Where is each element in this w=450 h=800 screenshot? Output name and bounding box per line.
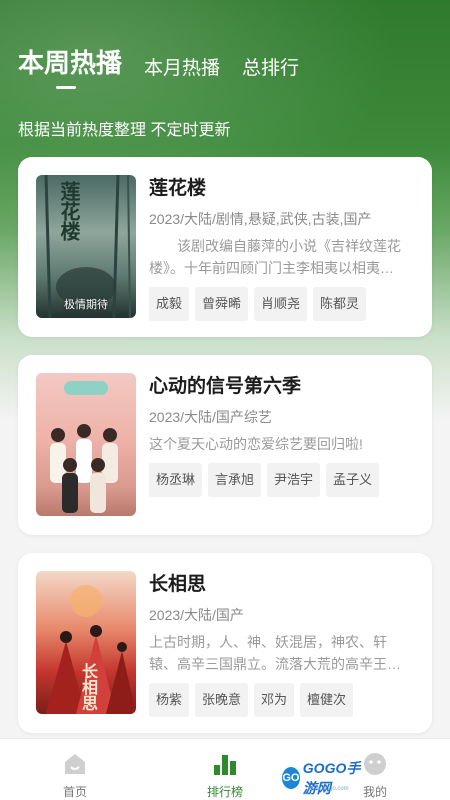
cast-chip[interactable]: 孟子义: [326, 463, 380, 497]
watermark-logo: GO GOGO手游网 www.gogo.com: [282, 760, 372, 796]
cast-chip[interactable]: 张晚意: [195, 683, 249, 717]
group-photo-illustration: [50, 381, 118, 513]
cast-list: 成毅 曾舜晞 肖顺尧 陈都灵: [149, 287, 414, 321]
cast-list: 杨紫 张晚意 邓为 檀健次: [149, 683, 414, 717]
show-card[interactable]: 长相思 长相思 2023/大陆/国产 上古时期，人、神、妖混居，神农、轩辕、高辛…: [18, 553, 432, 733]
cast-chip[interactable]: 肖顺尧: [254, 287, 308, 321]
poster-title-text: 莲花楼: [57, 181, 81, 241]
poster-image: 长相思: [36, 571, 136, 714]
cast-chip[interactable]: 言承旭: [208, 463, 262, 497]
cast-chip[interactable]: 曾舜晞: [195, 287, 249, 321]
show-title: 莲花楼: [149, 178, 207, 199]
cast-chip[interactable]: 檀健次: [300, 683, 354, 717]
watermark-site: www.gogo.com: [308, 786, 349, 792]
home-icon: [62, 751, 88, 777]
watermark-brand: GOGO手游网: [302, 760, 361, 796]
list-subtitle: 根据当前热度整理 不定时更新: [18, 122, 231, 139]
tab-weekly[interactable]: 本周热播: [18, 43, 122, 84]
cast-list: 杨丞琳 言承旭 尹浩宇 孟子义: [149, 463, 414, 497]
show-meta: 2023/大陆/国产: [149, 607, 244, 623]
nav-label: 首页: [62, 785, 87, 799]
show-card[interactable]: 心动的信号第六季 2023/大陆/国产综艺 这个夏天心动的恋爱综艺要回归啦! 杨…: [18, 355, 432, 535]
poster-image: [36, 373, 136, 516]
poster-image: 莲花楼 极情期待: [36, 175, 136, 318]
show-description: 该剧改编自藤萍的小说《吉祥纹莲花楼》。十年前四顾门门主李相夷以相夷…: [149, 238, 401, 276]
poster-label: 极情期待: [64, 299, 108, 311]
show-meta: 2023/大陆/剧情,悬疑,武侠,古装,国产: [149, 211, 372, 227]
show-title: 长相思: [149, 574, 207, 595]
tab-indicator: [56, 86, 76, 89]
cast-chip[interactable]: 成毅: [149, 287, 190, 321]
tab-overall[interactable]: 总排行: [242, 53, 299, 84]
show-card[interactable]: 莲花楼 极情期待 莲花楼 2023/大陆/剧情,悬疑,武侠,古装,国产 该剧改编…: [18, 157, 432, 337]
cast-chip[interactable]: 杨丞琳: [149, 463, 203, 497]
show-meta: 2023/大陆/国产综艺: [149, 409, 272, 425]
ranking-tabs: 本周热播 本月热播 总排行: [18, 44, 299, 84]
cast-chip[interactable]: 杨紫: [149, 683, 190, 717]
tab-monthly[interactable]: 本月热播: [144, 53, 220, 84]
nav-label: 排行榜: [206, 785, 243, 799]
ranking-icon: [212, 751, 238, 777]
show-description: 上古时期，人、神、妖混居，神农、轩辕、高辛三国鼎立。流落大荒的高辛王…: [149, 634, 401, 672]
show-description: 这个夏天心动的恋爱综艺要回归啦!: [149, 436, 363, 452]
poster-title-text: 长相思: [79, 663, 98, 711]
watermark-badge: GO: [282, 767, 300, 789]
cast-chip[interactable]: 尹浩宇: [267, 463, 321, 497]
cast-chip[interactable]: 陈都灵: [313, 287, 367, 321]
show-title: 心动的信号第六季: [149, 376, 302, 397]
cast-chip[interactable]: 邓为: [254, 683, 295, 717]
bottom-nav: 首页 排行榜 我的: [0, 738, 450, 800]
nav-ranking[interactable]: 排行榜: [185, 739, 265, 800]
nav-home[interactable]: 首页: [35, 739, 115, 800]
